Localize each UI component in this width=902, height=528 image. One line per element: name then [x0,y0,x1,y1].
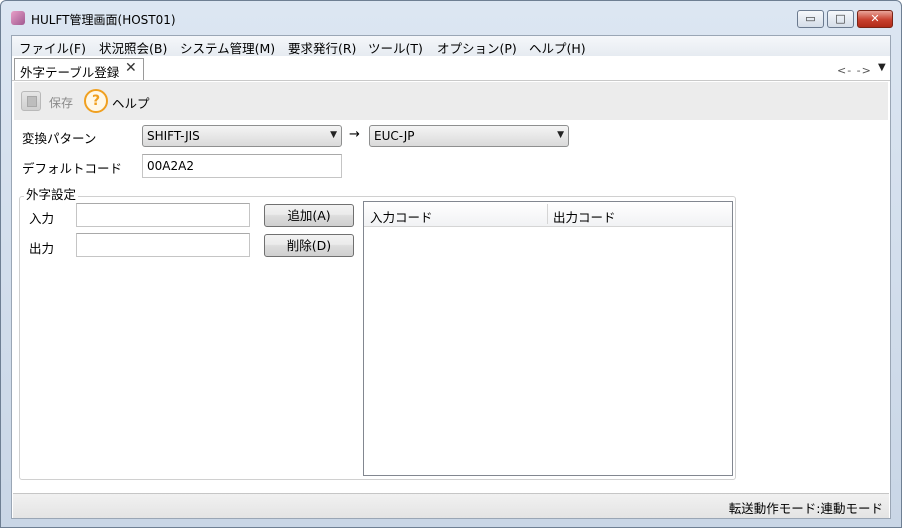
menu-file[interactable]: ファイル(F) [19,38,86,57]
menu-request[interactable]: 要求発行(R) [288,38,356,57]
app-icon [11,11,25,25]
toolbar: 保存 ? ヘルプ [14,82,888,120]
help-icon[interactable]: ? [84,89,108,113]
column-header-output-code[interactable]: 出力コード [553,207,616,226]
conversion-pattern-label: 変換パターン [22,131,97,146]
save-icon [21,91,41,111]
target-encoding-select[interactable]: EUC-JP ▼ [369,125,569,147]
input-code-field[interactable] [76,203,250,227]
client-area: ファイル(F) 状況照会(B) システム管理(M) 要求発行(R) ツール(T)… [11,35,891,519]
status-bar: 転送動作モード:連動モード [13,493,889,518]
default-code-input[interactable] [142,154,342,178]
source-encoding-value: SHIFT-JIS [147,129,200,143]
chevron-down-icon: ▼ [330,130,337,140]
transfer-mode-status: 転送動作モード:連動モード [728,501,883,516]
table-header: 入力コード 出力コード [364,202,732,227]
tab-strip: 外字テーブル登録 ✕ <- -> ▼ [12,56,890,81]
menu-system[interactable]: システム管理(M) [180,38,275,57]
output-code-field[interactable] [76,233,250,257]
chevron-down-icon: ▼ [557,130,564,140]
help-button[interactable]: ヘルプ [112,93,150,112]
tab-nav-arrows[interactable]: <- -> [837,64,872,77]
menu-tools[interactable]: ツール(T) [368,38,423,57]
column-divider[interactable] [547,204,548,224]
tab-label: 外字テーブル登録 [20,65,120,80]
close-button[interactable]: ✕ [857,10,893,28]
menu-status[interactable]: 状況照会(B) [99,38,167,57]
source-encoding-select[interactable]: SHIFT-JIS ▼ [142,125,342,147]
input-label: 入力 [29,211,55,226]
application-window: HULFT管理画面(HOST01) ▭ □ ✕ ファイル(F) 状況照会(B) … [0,0,902,528]
output-label: 出力 [29,241,55,256]
title-bar[interactable]: HULFT管理画面(HOST01) ▭ □ ✕ [1,1,901,35]
menu-bar: ファイル(F) 状況照会(B) システム管理(M) 要求発行(R) ツール(T)… [12,36,890,56]
maximize-button[interactable]: □ [827,10,854,28]
tab-overflow-icon[interactable]: ▼ [878,62,886,73]
target-encoding-value: EUC-JP [374,129,415,143]
default-code-label: デフォルトコード [22,161,123,176]
column-header-input-code[interactable]: 入力コード [370,207,433,226]
menu-help[interactable]: ヘルプ(H) [529,38,586,57]
window-title: HULFT管理画面(HOST01) [31,13,176,27]
tab-close-icon[interactable]: ✕ [125,60,137,76]
menu-options[interactable]: オプション(P) [437,38,517,57]
arrow-right-icon: → [349,127,360,142]
gaiji-settings-title: 外字設定 [24,184,79,203]
minimize-button[interactable]: ▭ [797,10,824,28]
save-button[interactable]: 保存 [49,94,73,111]
gaiji-table[interactable]: 入力コード 出力コード [363,201,733,476]
tab-gaiji-table[interactable]: 外字テーブル登録 ✕ [14,58,144,80]
add-button[interactable]: 追加(A) [264,204,354,227]
delete-button[interactable]: 削除(D) [264,234,354,257]
